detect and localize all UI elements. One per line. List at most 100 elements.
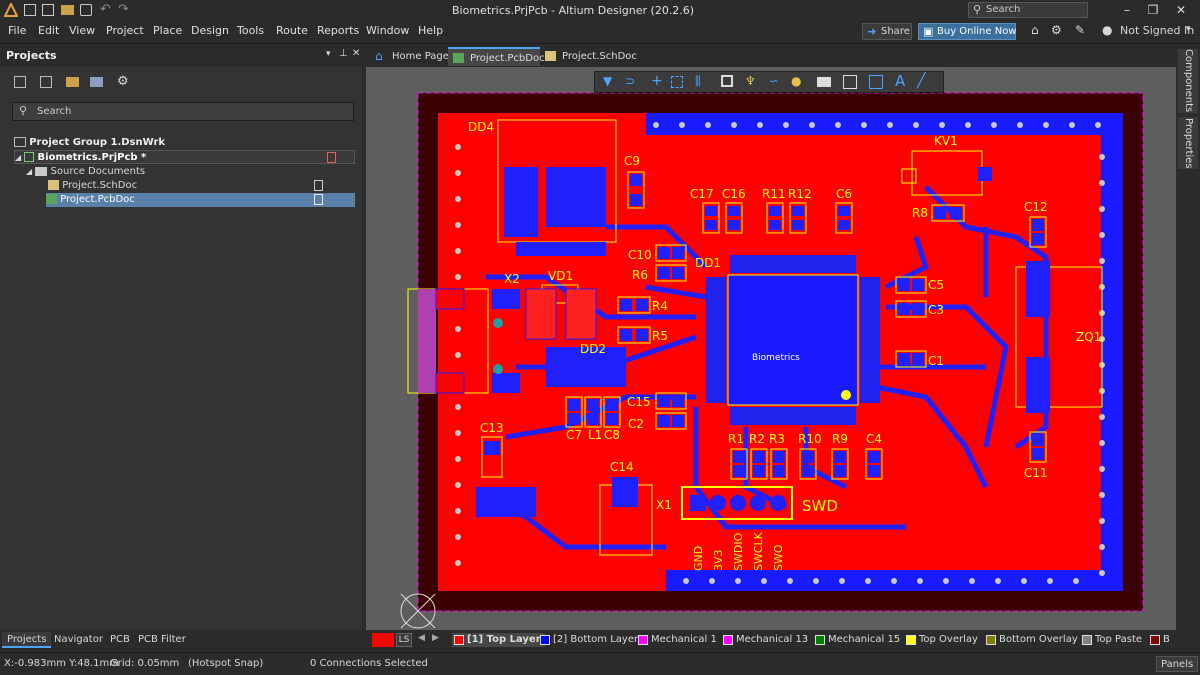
layer-tab-mech15[interactable]: Mechanical 15 (813, 633, 900, 647)
menu-design[interactable]: Design (191, 24, 229, 37)
layer-tab-bottom[interactable]: [2] Bottom Layer (538, 633, 638, 647)
close-window-button[interactable]: ✕ (1170, 2, 1192, 18)
user-icon[interactable]: ● (1102, 23, 1112, 37)
panel-menu-icon[interactable]: ▾ (326, 49, 331, 59)
fill-icon[interactable] (817, 77, 831, 87)
tree-item-pcbdoc[interactable]: Project.PcbDoc (46, 193, 355, 207)
maximize-button[interactable]: ❐ (1142, 2, 1164, 18)
align-icon[interactable]: ⫼ (695, 74, 701, 89)
current-layer-swatch[interactable] (372, 633, 394, 647)
label-c2: C2 (628, 417, 644, 431)
sign-in-label[interactable]: Not Signed In (1120, 24, 1194, 37)
projects-search-input[interactable]: ⚲ Search (12, 102, 354, 121)
tree-item-group[interactable]: Project Group 1.DsnWrk (14, 136, 354, 150)
share-button[interactable]: ➜ Share (862, 23, 912, 40)
menu-reports[interactable]: Reports (317, 24, 359, 37)
label-zq1: ZQ1 (1076, 330, 1101, 344)
tab-home-page[interactable]: ⌂ Home Page (370, 47, 449, 66)
layer-tab-top[interactable]: [1] Top Layer (452, 633, 545, 647)
search-icon: ⚲ (19, 104, 28, 117)
workspace-icon (14, 137, 26, 147)
tab-components[interactable]: Components (1178, 49, 1198, 113)
layer-swatch (454, 635, 464, 645)
label-r8: R8 (912, 206, 928, 220)
tab-navigator[interactable]: Navigator (54, 632, 103, 648)
pin-icon[interactable]: ⊥ (339, 48, 348, 59)
menu-view[interactable]: View (69, 24, 95, 37)
gear-icon[interactable]: ⚙ (1051, 23, 1062, 37)
project-label: Biometrics.PrjPcb * (37, 152, 147, 163)
close-panel-icon[interactable]: ✕ (352, 48, 360, 59)
select-icon[interactable] (671, 76, 683, 88)
layer-tab-top-paste[interactable]: Top Paste (1080, 633, 1142, 647)
tab-pcb-filter[interactable]: PCB Filter (138, 632, 186, 648)
layer-set-button[interactable]: LS (396, 633, 412, 647)
tab-properties[interactable]: Properties (1178, 117, 1198, 169)
scroll-right-icon[interactable]: ▶ (432, 633, 439, 643)
menu-place[interactable]: Place (153, 24, 182, 37)
menu-project[interactable]: Project (106, 24, 144, 37)
polygon-icon[interactable] (843, 75, 857, 89)
pcb-drawing[interactable]: DD4 C9 C17 C16 R11 R12 C6 KV1 R8 C12 X2 … (366, 67, 1176, 630)
tree-item-schdoc[interactable]: Project.SchDoc (48, 179, 348, 193)
tree-item-source-documents[interactable]: ◢ Source Documents (26, 165, 346, 179)
panels-button[interactable]: Panels (1156, 656, 1199, 672)
redo-icon[interactable]: ↷ (118, 2, 129, 17)
label-kv1: KV1 (934, 134, 958, 148)
global-search[interactable]: ⚲ Search (968, 2, 1088, 18)
undo-icon[interactable]: ↶ (100, 2, 111, 17)
layer-tab-more[interactable]: B (1148, 633, 1170, 647)
compile-icon[interactable] (40, 76, 52, 88)
tree-item-project[interactable]: ◢ Biometrics.PrjPcb * (14, 150, 355, 164)
open-project-icon[interactable] (80, 4, 92, 16)
minimize-button[interactable]: – (1116, 2, 1138, 18)
save-project-icon[interactable] (14, 76, 26, 88)
home-icon: ⌂ (375, 49, 383, 63)
menu-file[interactable]: File (8, 24, 26, 37)
menu-help[interactable]: Help (418, 24, 443, 37)
tab-pcb[interactable]: PCB (110, 632, 130, 648)
pcb-canvas[interactable]: DD4 C9 C17 C16 R11 R12 C6 KV1 R8 C12 X2 … (366, 67, 1176, 630)
menu-tools[interactable]: Tools (237, 24, 264, 37)
via-icon[interactable]: ● (791, 74, 801, 88)
scroll-left-icon[interactable]: ◀ (418, 633, 425, 643)
layer-swatch (723, 635, 733, 645)
tab-pcbdoc[interactable]: Project.PcbDoc (448, 47, 545, 66)
layer-tab-mech1[interactable]: Mechanical 1 (636, 633, 717, 647)
save-icon[interactable] (24, 4, 36, 16)
line-icon[interactable]: ╱ (917, 73, 925, 89)
interactive-route-icon[interactable]: ♆ (745, 74, 756, 88)
chevron-down-icon[interactable]: ▾ (1186, 24, 1191, 34)
layer-tab-top-overlay[interactable]: Top Overlay (904, 633, 978, 647)
document-icon (314, 180, 323, 191)
menu-edit[interactable]: Edit (38, 24, 59, 37)
open-folder-icon[interactable] (61, 5, 74, 15)
layer-tab-mech13[interactable]: Mechanical 13 (721, 633, 808, 647)
project-options-icon[interactable] (90, 77, 103, 87)
tab-projects[interactable]: Projects (2, 632, 52, 648)
text-icon[interactable]: A (895, 72, 905, 90)
label-r4: R4 (652, 299, 668, 313)
notifications-icon[interactable]: ✎ (1075, 23, 1085, 37)
save-all-icon[interactable] (42, 4, 54, 16)
buy-online-button[interactable]: ▣ Buy Online Now (918, 23, 1017, 40)
open-project-folder-icon[interactable] (66, 77, 79, 87)
pcb-doc-icon (46, 194, 57, 204)
panel-bottom-tabs: Projects Navigator PCB PCB Filter (0, 630, 362, 650)
filter-icon[interactable]: ▼ (603, 74, 612, 88)
add-icon[interactable]: + (651, 73, 663, 89)
menu-window[interactable]: Window (366, 24, 409, 37)
home-icon[interactable]: ⌂ (1031, 23, 1039, 37)
label-c4: C4 (866, 432, 882, 446)
label-c13: C13 (480, 421, 504, 435)
component-icon[interactable] (721, 75, 733, 87)
diff-pair-icon[interactable]: ∽ (769, 74, 779, 88)
tab-schdoc[interactable]: Project.SchDoc (540, 47, 637, 66)
dimension-icon[interactable] (869, 75, 883, 89)
route-icon[interactable]: ⊃ (625, 74, 635, 88)
layer-tab-bottom-overlay[interactable]: Bottom Overlay (984, 633, 1078, 647)
label-c15: C15 (627, 395, 651, 409)
menu-route[interactable]: Route (276, 24, 308, 37)
layer-swatch (638, 635, 648, 645)
panel-settings-icon[interactable]: ⚙ (117, 74, 129, 89)
